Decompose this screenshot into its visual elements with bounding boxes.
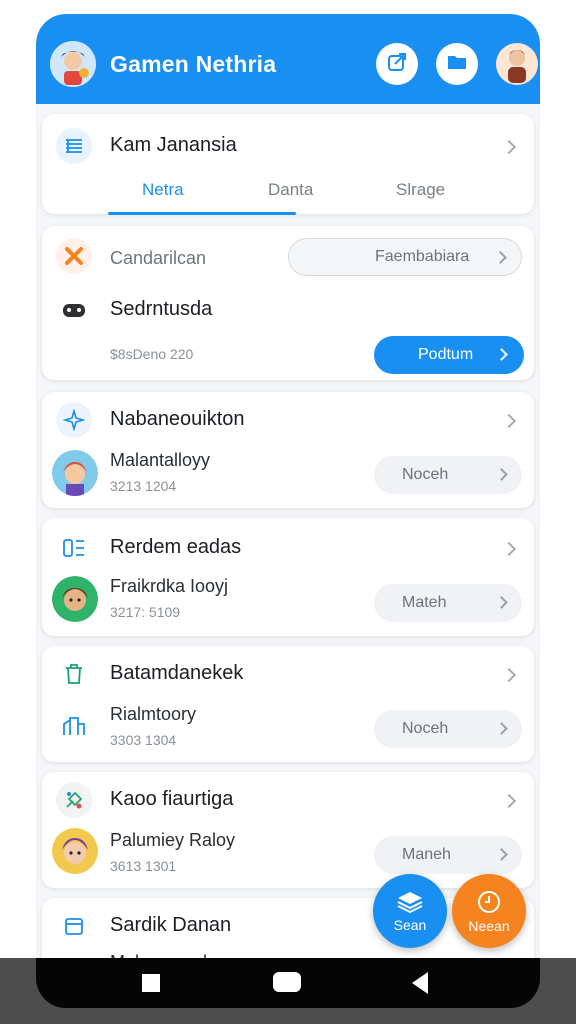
app-title: Gamen Nethria <box>110 51 277 77</box>
recents-icon[interactable] <box>142 974 160 992</box>
item-meta: 3613 1301 <box>110 858 177 874</box>
game-avatar <box>52 828 98 874</box>
chevron-right-icon <box>495 848 508 861</box>
back-icon[interactable] <box>412 972 428 994</box>
timer-icon <box>476 889 502 918</box>
chevron-right-icon[interactable] <box>501 139 517 155</box>
feature-selector[interactable]: Faembabiara <box>288 238 522 276</box>
chevron-right-icon <box>495 722 508 735</box>
sean-fab[interactable]: Sean <box>373 874 447 948</box>
feature-title: Sedrntusda <box>110 298 213 320</box>
chevron-right-icon <box>494 251 507 264</box>
chevron-right-icon[interactable] <box>501 541 517 557</box>
phone-screen: Gamen Nethria Kam Janansia Netra Danta S… <box>36 14 540 1008</box>
feature-card: Candarilcan Faembabiara Sedrntusda $8sDe… <box>42 226 534 380</box>
folder-icon <box>445 50 469 79</box>
chevron-right-icon <box>495 596 508 609</box>
home-icon[interactable] <box>273 972 301 992</box>
list-item[interactable]: Batamdanekek Rialmtoory 3303 1304 Noceh <box>42 646 534 762</box>
podtum-button-label: Podtum <box>418 346 474 363</box>
item-meta: 3213 1204 <box>110 478 177 494</box>
tab-bar: Netra Danta Slrage <box>42 176 534 216</box>
item-title: Batamdanekek <box>110 662 244 684</box>
user-avatar[interactable] <box>50 41 96 87</box>
neean-fab-label: Neean <box>468 917 510 934</box>
item-title: Kaoo fiaurtiga <box>110 788 234 810</box>
layout-icon <box>56 530 92 566</box>
item-action-button[interactable]: Noceh <box>374 456 522 494</box>
tab-slrage[interactable]: Slrage <box>396 180 445 200</box>
item-action-button[interactable]: Maneh <box>374 836 522 874</box>
category-card: Kam Janansia Netra Danta Slrage <box>42 114 534 216</box>
game-avatar <box>52 576 98 622</box>
list-item[interactable]: Nabaneouikton Malantalloyy 3213 1204 Noc… <box>42 392 534 508</box>
feature-label: Candarilcan <box>110 248 207 268</box>
sparkle-icon <box>56 402 92 438</box>
card-title: Kam Janansia <box>110 134 237 156</box>
nav-bar-inner <box>36 958 540 1008</box>
item-title: Sardik Danan <box>110 914 232 936</box>
game-avatar <box>52 450 98 496</box>
list-icon <box>56 128 92 164</box>
tab-netra[interactable]: Netra <box>142 180 184 200</box>
list-item[interactable]: Rerdem eadas Fraikrdka Iooyj 3217: 5109 … <box>42 518 534 636</box>
profile-button[interactable] <box>496 43 538 85</box>
tab-indicator <box>108 212 296 215</box>
sean-fab-label: Sean <box>393 916 427 933</box>
palette-icon <box>56 782 92 818</box>
item-meta: 3217: 5109 <box>110 604 181 620</box>
share-button[interactable] <box>376 43 418 85</box>
layers-icon <box>396 890 424 917</box>
app-bar: Gamen Nethria <box>36 14 540 104</box>
chevron-right-icon <box>495 348 508 361</box>
item-meta: 3303 1304 <box>110 732 177 748</box>
item-action-label: Mateh <box>402 594 447 611</box>
item-action-button[interactable]: Mateh <box>374 584 522 622</box>
item-action-label: Maneh <box>402 846 451 863</box>
item-title: Rerdem eadas <box>110 536 242 558</box>
podtum-button[interactable]: Podtum <box>374 336 524 374</box>
share-icon <box>385 50 409 79</box>
box-icon <box>56 908 92 944</box>
building-icon <box>56 708 92 744</box>
list-item[interactable]: Kaoo fiaurtiga Palumiey Raloy 3613 1301 … <box>42 772 534 888</box>
tool-icon <box>56 238 92 274</box>
item-game: Malantalloyy <box>110 450 211 470</box>
chevron-right-icon <box>495 468 508 481</box>
item-action-label: Noceh <box>402 466 449 483</box>
feature-selector-label: Faembabiara <box>375 248 470 265</box>
item-title: Nabaneouikton <box>110 408 245 430</box>
item-game: Fraikrdka Iooyj <box>110 576 229 596</box>
folder-button[interactable] <box>436 43 478 85</box>
neean-fab[interactable]: Neean <box>452 874 526 948</box>
trash-icon <box>56 656 92 692</box>
item-action-label: Noceh <box>402 720 449 737</box>
gamepad-icon <box>56 292 92 328</box>
system-nav-bar <box>0 958 576 1024</box>
chevron-right-icon[interactable] <box>501 667 517 683</box>
feature-meta: $8sDeno 220 <box>110 346 194 362</box>
item-action-button[interactable]: Noceh <box>374 710 522 748</box>
chevron-right-icon[interactable] <box>501 793 517 809</box>
item-game: Rialmtoory <box>110 704 197 724</box>
chevron-right-icon[interactable] <box>501 413 517 429</box>
profile-icon <box>496 43 538 85</box>
tab-danta[interactable]: Danta <box>268 180 313 200</box>
item-game: Palumiey Raloy <box>110 830 236 850</box>
